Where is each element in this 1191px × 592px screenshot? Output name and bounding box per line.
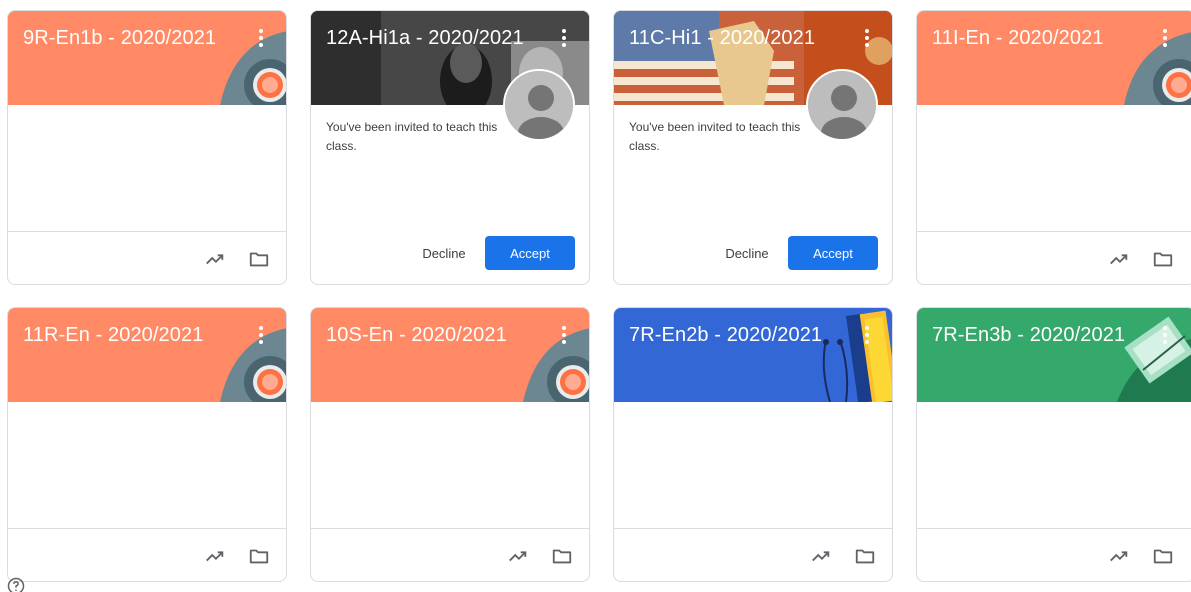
folder-icon[interactable] [248,248,270,270]
avatar-placeholder-icon [503,69,575,141]
more-vert-icon[interactable] [860,27,874,49]
class-card[interactable]: 7R-En2b - 2020/2021 [613,307,893,582]
banner-illustration [523,328,589,402]
card-body [917,105,1191,232]
trending-up-icon[interactable] [1108,545,1130,567]
more-vert-icon[interactable] [860,324,874,346]
card-banner[interactable]: 11I-En - 2020/2021 [917,11,1191,105]
more-vert-icon[interactable] [254,27,268,49]
banner-illustration [220,31,286,105]
class-title[interactable]: 10S-En - 2020/2021 [326,324,507,347]
trending-up-icon[interactable] [507,545,529,567]
card-body [8,105,286,232]
class-title[interactable]: 7R-En3b - 2020/2021 [932,324,1125,347]
more-vert-icon[interactable] [1158,27,1172,49]
more-vert-icon[interactable] [557,27,571,49]
card-body [311,402,589,529]
folder-icon[interactable] [1152,248,1174,270]
card-footer [614,528,892,581]
card-banner[interactable]: 10S-En - 2020/2021 [311,308,589,402]
card-footer [311,528,589,581]
card-banner[interactable]: 7R-En3b - 2020/2021 [917,308,1191,402]
card-footer [917,231,1191,284]
card-footer [8,528,286,581]
folder-icon[interactable] [1152,545,1174,567]
class-card[interactable]: 11I-En - 2020/2021 [916,10,1191,285]
more-vert-icon[interactable] [254,324,268,346]
card-footer [8,231,286,284]
decline-button[interactable]: Decline [409,236,479,270]
trending-up-icon[interactable] [204,248,226,270]
banner-illustration [822,310,892,402]
class-title[interactable]: 11I-En - 2020/2021 [932,27,1104,50]
card-body [614,402,892,529]
class-title[interactable]: 11R-En - 2020/2021 [23,324,203,347]
card-body [8,402,286,529]
folder-icon[interactable] [551,545,573,567]
folder-icon[interactable] [248,545,270,567]
class-card-invite[interactable]: 12A-Hi1a - 2020/2021 You've been invited… [310,10,590,285]
more-vert-icon[interactable] [557,324,571,346]
card-body [917,402,1191,529]
trending-up-icon[interactable] [1108,248,1130,270]
class-title[interactable]: 12A-Hi1a - 2020/2021 [326,27,524,50]
folder-icon[interactable] [854,545,876,567]
invite-message: You've been invited to teach this class. [326,120,498,153]
class-title[interactable]: 9R-En1b - 2020/2021 [23,27,216,50]
banner-illustration [220,328,286,402]
class-card[interactable]: 10S-En - 2020/2021 [310,307,590,582]
help-icon[interactable] [6,576,26,592]
banner-illustration [1124,32,1191,105]
banner-illustration [1117,316,1191,402]
card-banner[interactable]: 7R-En2b - 2020/2021 [614,308,892,402]
invite-message: You've been invited to teach this class. [629,120,801,153]
class-card[interactable]: 9R-En1b - 2020/2021 [7,10,287,285]
class-card[interactable]: 7R-En3b - 2020/2021 [916,307,1191,582]
class-card[interactable]: 11R-En - 2020/2021 [7,307,287,582]
trending-up-icon[interactable] [810,545,832,567]
decline-button[interactable]: Decline [712,236,782,270]
class-card-invite[interactable]: 11C-Hi1 - 2020/2021 You've been invited … [613,10,893,285]
class-title[interactable]: 11C-Hi1 - 2020/2021 [629,27,815,50]
card-banner[interactable]: 9R-En1b - 2020/2021 [8,11,286,105]
card-footer [917,528,1191,581]
class-title[interactable]: 7R-En2b - 2020/2021 [629,324,822,347]
accept-button[interactable]: Accept [485,236,575,270]
class-grid: 9R-En1b - 2020/2021 12A-Hi1a - 2020/2021… [0,0,1191,592]
card-banner[interactable]: 11R-En - 2020/2021 [8,308,286,402]
more-vert-icon[interactable] [1158,324,1172,346]
trending-up-icon[interactable] [204,545,226,567]
avatar-placeholder-icon [806,69,878,141]
accept-button[interactable]: Accept [788,236,878,270]
